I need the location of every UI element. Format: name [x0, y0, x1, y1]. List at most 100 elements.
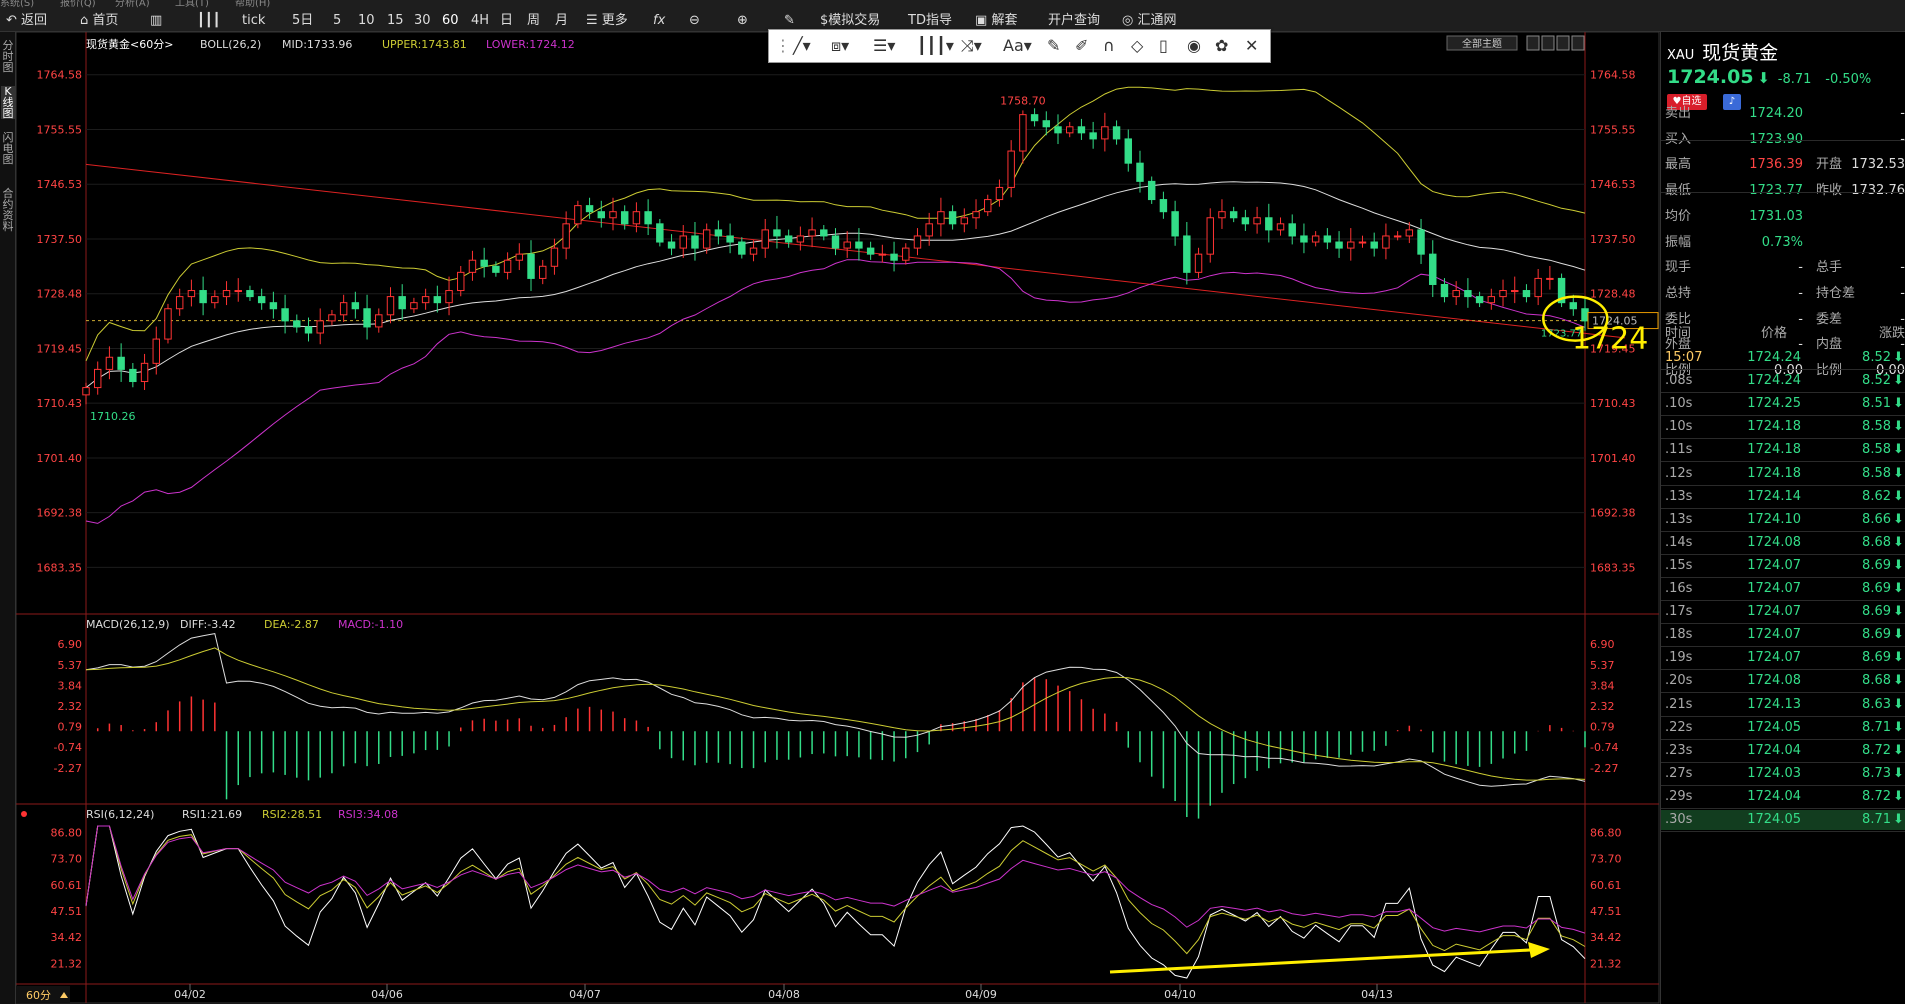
quote-value-2: -	[1900, 106, 1905, 121]
candle-body	[562, 223, 570, 249]
candle-body	[855, 241, 863, 249]
drag-handle-icon[interactable]: ⋮	[775, 36, 791, 56]
menu-help[interactable]: 帮助(H)	[235, 0, 270, 9]
line-tool-icon[interactable]: ╱▾	[793, 36, 811, 56]
formula-button[interactable]: fx	[653, 12, 665, 30]
arrow-head-icon	[1528, 942, 1550, 958]
tick-change: 8.58	[1862, 442, 1891, 458]
fib-tool-icon[interactable]: ┃┃┃▾	[917, 36, 954, 56]
down-arrow-icon: ⬇	[1893, 534, 1904, 550]
pane-marker-icon	[21, 811, 27, 817]
quote-value: 0.73%	[1761, 234, 1803, 250]
gear-icon[interactable]: ✿	[1215, 36, 1228, 56]
rsi-tick-label: 73.70	[51, 853, 83, 866]
tick-time: 15:07	[1665, 350, 1703, 365]
theme-button[interactable]: 全部主题	[1446, 35, 1518, 51]
td-button[interactable]: TD指导	[908, 12, 952, 30]
candle-body	[972, 211, 980, 219]
brand-button[interactable]: ◎ 汇通网	[1122, 12, 1177, 30]
tick-time: .08s	[1665, 373, 1693, 389]
tick-button[interactable]: tick	[242, 12, 265, 30]
tick-time: .12s	[1665, 465, 1693, 481]
magnet-icon[interactable]: ∩	[1103, 36, 1115, 56]
x-axis-label: 04/07	[569, 988, 601, 1001]
close-icon[interactable]: ✕	[1245, 36, 1258, 56]
period-month[interactable]: 月	[555, 12, 568, 30]
bar-chart-icon[interactable]: ▥	[150, 12, 162, 30]
candle-body	[667, 241, 676, 249]
menu-analysis[interactable]: 分析(A)	[115, 0, 150, 9]
candle-body	[1077, 126, 1086, 134]
unlock-button[interactable]: ▣ 解套	[975, 12, 1017, 30]
tick-row: .11s 1724.18 8.58 ⬇	[1661, 440, 1905, 463]
tick-row: .12s 1724.18 8.58 ⬇	[1661, 464, 1905, 486]
macd-dea-label: DEA:-2.87	[264, 618, 319, 631]
zoom-out-icon[interactable]: ⊖	[689, 12, 700, 30]
candle-body	[164, 308, 172, 340]
eye-icon[interactable]: ◉	[1187, 36, 1201, 56]
period-week[interactable]: 周	[527, 12, 540, 30]
back-button[interactable]: ↶ 返回	[6, 12, 47, 30]
zoom-in-icon[interactable]: ⊕	[737, 12, 748, 30]
x-axis-label: 04/02	[174, 988, 206, 1001]
candle-body	[1405, 229, 1414, 237]
tick-change: 8.52	[1862, 373, 1891, 389]
text-tool-icon[interactable]: Aa▾	[1003, 36, 1032, 56]
period-5[interactable]: 5	[333, 12, 341, 30]
period-30[interactable]: 30	[414, 12, 431, 30]
eraser-icon[interactable]: ◇	[1131, 36, 1143, 56]
tick-price: 1724.14	[1747, 488, 1801, 504]
candle-body	[1323, 235, 1332, 243]
home-icon: ⌂	[80, 13, 89, 28]
period-selector[interactable]: 60分	[26, 989, 51, 1002]
open-account-button[interactable]: 开户查询	[1048, 12, 1100, 30]
period-60[interactable]: 60	[442, 12, 459, 30]
more-button[interactable]: ☰ 更多	[586, 12, 628, 30]
candle-body	[398, 296, 406, 310]
symbol-label: 现货黄金<60分>	[86, 37, 173, 51]
tick-row: .08s 1724.24 8.52 ⬇	[1661, 371, 1905, 394]
candle-body	[1265, 217, 1273, 231]
tick-price: 1724.08	[1747, 534, 1801, 550]
pattern-tool-icon[interactable]: ⤨▾	[961, 36, 982, 56]
period-5d[interactable]: 5日	[292, 12, 313, 30]
channel-tool-icon[interactable]: ☰▾	[873, 36, 895, 56]
separator	[1661, 553, 1905, 555]
tick-row: .10s 1724.25 8.51 ⬇	[1661, 394, 1905, 417]
menu-system[interactable]: 系统(S)	[0, 0, 34, 9]
tick-change: 8.51	[1862, 396, 1891, 412]
pen-icon[interactable]: ✎	[784, 12, 795, 30]
candle-body	[948, 211, 957, 225]
tick-price: 1724.05	[1747, 812, 1801, 827]
home-button[interactable]: ⌂ 首页	[80, 12, 118, 30]
tick-price: 1724.04	[1747, 788, 1801, 804]
candle-body	[1511, 290, 1519, 293]
tick-change: 8.68	[1862, 534, 1891, 550]
candle-chart-icon[interactable]: ┃┃┃	[197, 12, 220, 30]
brush-icon[interactable]: ✐	[1075, 36, 1088, 56]
chart-area[interactable]: 现货黄金<60分> BOLL(26,2) MID:1733.96 UPPER:1743…	[0, 32, 1660, 1004]
x-axis-label: 04/09	[965, 988, 997, 1001]
trash-icon[interactable]: ▯	[1159, 36, 1168, 56]
tick-time: .13s	[1665, 511, 1693, 527]
down-arrow-icon: ⬇	[1893, 396, 1904, 412]
candle-body	[1229, 211, 1238, 219]
candle-body	[808, 229, 816, 237]
period-15[interactable]: 15	[387, 12, 404, 30]
period-day[interactable]: 日	[500, 12, 513, 30]
period-4h[interactable]: 4H	[471, 12, 489, 30]
tick-row: .13s 1724.10 8.66 ⬇	[1661, 510, 1905, 532]
candle-body	[550, 247, 559, 267]
candle-body	[1288, 223, 1296, 237]
quote-label-2: 总手	[1816, 260, 1843, 276]
candle-body	[433, 296, 442, 304]
menu-tools[interactable]: 工具(T)	[175, 0, 209, 9]
candle-body	[1464, 290, 1472, 298]
quote-price-row: 1724.05 ⬇ -8.71 -0.50%	[1667, 66, 1871, 88]
candle-body	[1159, 199, 1168, 213]
pencil-icon[interactable]: ✎	[1047, 36, 1060, 56]
period-10[interactable]: 10	[358, 12, 375, 30]
sim-trade-button[interactable]: $模拟交易	[820, 12, 880, 30]
rect-tool-icon[interactable]: ⧈▾	[831, 36, 849, 56]
menu-quote[interactable]: 报价(Q)	[60, 0, 96, 9]
